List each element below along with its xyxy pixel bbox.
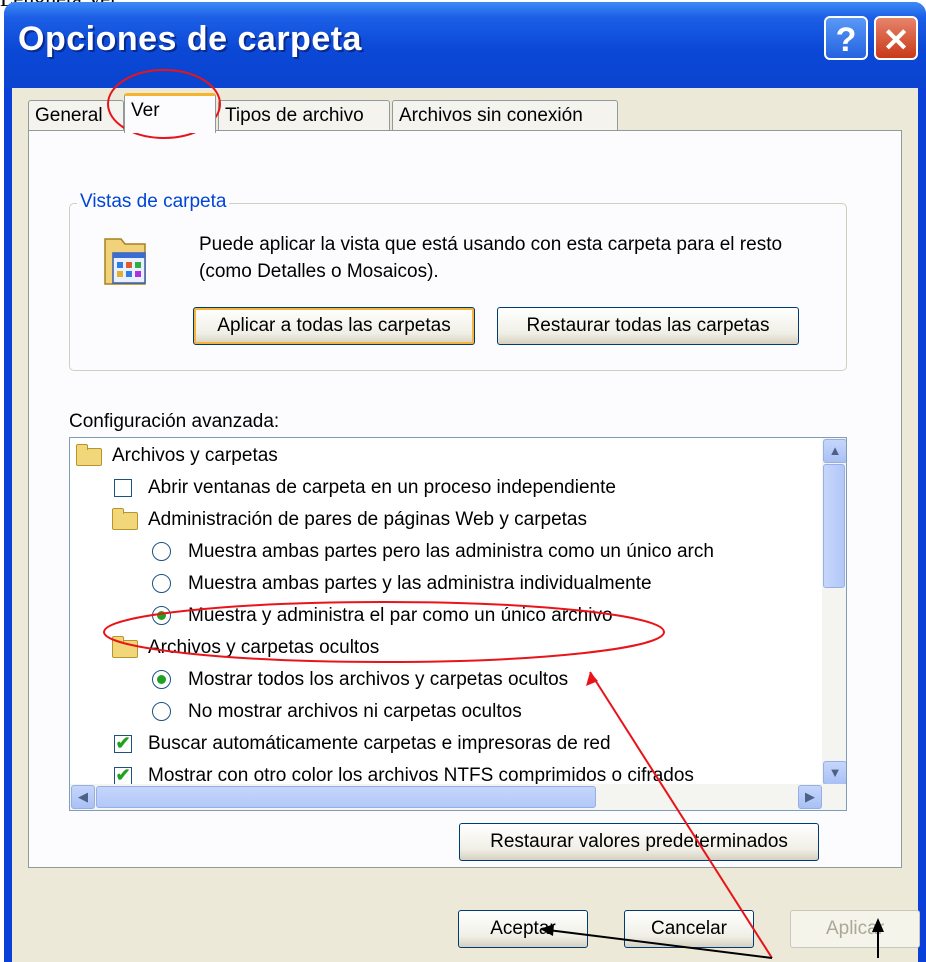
setting-label: Muestra ambas partes y las administra in…: [188, 573, 652, 594]
radio-button[interactable]: [152, 702, 171, 721]
dialog-client-area: General Ver Tipos de archivo Archivos si…: [12, 88, 920, 962]
cancel-button[interactable]: Cancelar: [624, 910, 754, 948]
apply-button: Aplicar: [790, 910, 920, 948]
apply-all-folders-button[interactable]: Aplicar a todas las carpetas: [193, 307, 475, 345]
help-button[interactable]: ?: [824, 16, 868, 60]
group-title: Vistas de carpeta: [77, 191, 230, 213]
tree-node-label: Archivos y carpetas: [112, 445, 278, 466]
setting-label: Buscar automáticamente carpetas e impres…: [148, 733, 611, 754]
tab-tipos-de-archivo[interactable]: Tipos de archivo: [218, 100, 390, 130]
setting-label: No mostrar archivos ni carpetas ocultos: [188, 701, 522, 722]
checkbox-checked[interactable]: ✔: [114, 766, 132, 785]
folder-options-dialog: Opciones de carpeta ? ✕ General Ver Tipo…: [4, 2, 926, 962]
setting-label: Mostrar todos los archivos y carpetas oc…: [188, 669, 569, 690]
scroll-left-icon[interactable]: ◀: [71, 785, 95, 809]
setting-label: Muestra y administra el par como un únic…: [188, 605, 613, 626]
horizontal-scrollbar[interactable]: ◀ ▶: [70, 784, 846, 810]
tree-node-label: Archivos y carpetas ocultos: [148, 637, 380, 658]
tree-node-label: Administración de pares de páginas Web y…: [148, 509, 588, 530]
vistas-de-carpeta-group: [69, 203, 847, 371]
scroll-down-icon[interactable]: ▼: [823, 761, 846, 785]
tab-ver[interactable]: Ver: [124, 93, 216, 133]
folder-icon: [112, 636, 138, 658]
title-bar[interactable]: Opciones de carpeta ? ✕: [4, 2, 926, 88]
scroll-right-icon[interactable]: ▶: [798, 785, 822, 809]
scroll-up-icon[interactable]: ▲: [823, 439, 846, 463]
restore-all-folders-button[interactable]: Restaurar todas las carpetas: [497, 307, 799, 345]
tab-general[interactable]: General: [28, 100, 124, 130]
radio-button-selected[interactable]: [152, 670, 171, 689]
radio-button[interactable]: [152, 542, 171, 561]
folder-view-icon: [104, 238, 146, 285]
radio-button[interactable]: [152, 574, 171, 593]
tab-archivos-sin-conexion[interactable]: Archivos sin conexión: [392, 100, 618, 130]
checkbox-checked[interactable]: ✔: [114, 734, 132, 753]
setting-label: Abrir ventanas de carpeta en un proceso …: [148, 477, 616, 498]
vertical-scroll-thumb[interactable]: [823, 464, 845, 588]
tab-page-ver: Vistas de carpeta Puede aplicar la vista…: [28, 130, 902, 868]
folder-icon: [112, 508, 138, 530]
checkbox[interactable]: [114, 479, 132, 497]
vertical-scrollbar[interactable]: ▲ ▼: [822, 438, 846, 785]
advanced-settings-label: Configuración avanzada:: [69, 411, 280, 432]
advanced-settings-tree[interactable]: Archivos y carpetas Abrir ventanas de ca…: [69, 437, 847, 811]
folder-icon: [76, 444, 102, 466]
setting-label: Muestra ambas partes pero las administra…: [188, 541, 714, 562]
restore-defaults-button[interactable]: Restaurar valores predeterminados: [459, 823, 819, 861]
ok-button[interactable]: Aceptar: [458, 910, 588, 948]
radio-button-selected[interactable]: [152, 606, 171, 625]
close-button[interactable]: ✕: [874, 16, 918, 60]
window-title: Opciones de carpeta: [18, 20, 362, 58]
group-description: Puede aplicar la vista que está usando c…: [199, 234, 783, 282]
horizontal-scroll-thumb[interactable]: [96, 786, 596, 808]
